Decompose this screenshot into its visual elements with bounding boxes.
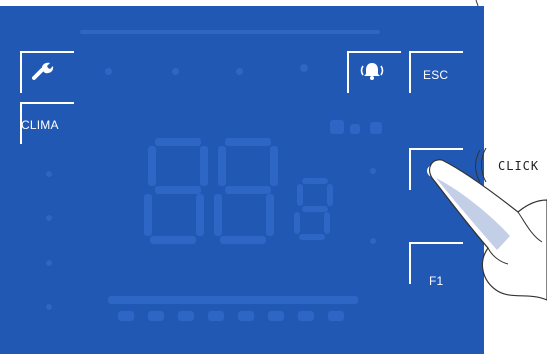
pointing-hand-icon: [429, 0, 547, 301]
stage: CLIMA ESC F1 CLICK: [0, 0, 547, 354]
click-annotation: CLICK: [498, 159, 540, 173]
